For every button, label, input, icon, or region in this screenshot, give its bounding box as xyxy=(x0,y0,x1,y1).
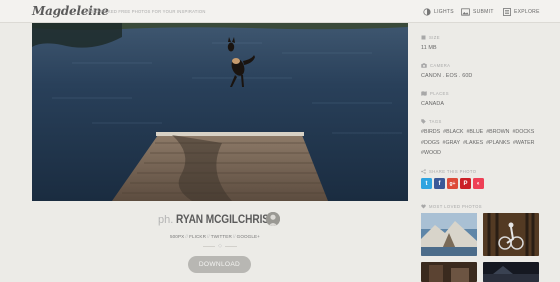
link-separator: // xyxy=(232,234,236,239)
tag-link[interactable]: #BLACK xyxy=(443,129,463,135)
tag-link[interactable]: #PLANKS xyxy=(486,140,510,146)
places-value[interactable]: CANADA xyxy=(421,101,444,108)
most-loved-label: MOST LOVED PHOTOS xyxy=(421,203,482,209)
menu-icon xyxy=(503,8,511,16)
nav-lights-label: LIGHTS xyxy=(434,9,454,15)
link-separator: // xyxy=(207,234,210,239)
photographer-prefix: ph. xyxy=(158,214,174,226)
share-label-text: SHARE THIS PHOTO xyxy=(429,168,477,174)
tag-link[interactable]: #BLUE xyxy=(466,129,483,135)
avatar[interactable] xyxy=(266,212,280,226)
diamond-icon: ◇ xyxy=(218,243,222,249)
tag-link[interactable]: #LAKES xyxy=(463,140,483,146)
nav-submit[interactable]: SUBMIT xyxy=(461,7,494,17)
nav-explore[interactable]: EXPLORE xyxy=(503,7,540,17)
file-icon xyxy=(421,35,426,39)
tag-link[interactable]: #BIRDS xyxy=(421,129,440,135)
photographer-links: 500PX // FLICKR // TWITTER // GOOGLE+ xyxy=(170,233,260,240)
thumbnail-photo[interactable] xyxy=(421,262,477,282)
tag-list: #BIRDS #BLACK #BLUE #BROWN #DOCKS #DOGS … xyxy=(421,127,539,159)
thumbnail-photo[interactable] xyxy=(483,213,539,256)
link-separator: // xyxy=(185,234,189,239)
camera-label: CAMERA xyxy=(421,62,450,68)
top-header: Magdeleine HAND-PICKED FREE PHOTOS FOR Y… xyxy=(0,0,560,23)
share-label: SHARE THIS PHOTO xyxy=(421,168,476,174)
heart-icon xyxy=(421,204,426,208)
places-label-text: PLACES xyxy=(430,90,449,96)
dog-jumping-photo xyxy=(32,23,408,201)
size-label: SIZE xyxy=(421,34,440,40)
thumb-image-ice-landscape xyxy=(421,213,477,256)
tag-link[interactable]: #BROWN xyxy=(486,129,509,135)
photographer-name[interactable]: RYAN MCGILCHRIST xyxy=(176,214,275,226)
thumb-image-night-scene xyxy=(483,262,539,282)
camera-icon xyxy=(421,62,427,68)
contrast-icon xyxy=(423,8,431,16)
map-icon xyxy=(421,90,427,96)
ornament-divider: ◇ xyxy=(197,244,243,249)
site-tagline: HAND-PICKED FREE PHOTOS FOR YOUR INSPIRA… xyxy=(86,9,206,14)
download-button[interactable]: DOWNLOAD xyxy=(188,256,251,273)
tag-icon xyxy=(421,118,426,124)
link-flickr[interactable]: FLICKR xyxy=(189,234,206,239)
camera-value[interactable]: CANON . EOS . 60D xyxy=(421,73,472,80)
tag-link[interactable]: #GRAY xyxy=(443,140,461,146)
image-icon xyxy=(461,8,470,16)
thumbnail-photo[interactable] xyxy=(483,262,539,282)
link-google-plus[interactable]: GOOGLE+ xyxy=(237,234,260,239)
places-label: PLACES xyxy=(421,90,449,96)
twitter-icon[interactable]: t xyxy=(421,178,432,189)
tag-link[interactable]: #DOGS xyxy=(421,140,440,146)
share-buttons: t f g+ P ◐ xyxy=(421,178,484,189)
thumbnail-photo[interactable] xyxy=(421,213,477,256)
link-500px[interactable]: 500PX xyxy=(170,234,184,239)
tag-link[interactable]: #WATER xyxy=(513,140,534,146)
nav-explore-label: EXPLORE xyxy=(514,9,540,15)
divider-line-right xyxy=(224,246,237,247)
nav-submit-label: SUBMIT xyxy=(473,9,494,15)
google-plus-icon[interactable]: g+ xyxy=(447,178,458,189)
tags-label-text: TAGS xyxy=(429,118,442,124)
facebook-icon[interactable]: f xyxy=(434,178,445,189)
size-value: 11 MB xyxy=(421,45,437,51)
nav-lights[interactable]: LIGHTS xyxy=(423,7,454,17)
tag-link[interactable]: #DOCKS xyxy=(512,129,534,135)
thumb-image-forest-rider xyxy=(483,213,539,256)
camera-label-text: CAMERA xyxy=(430,62,451,68)
share-icon xyxy=(421,168,426,174)
pocket-icon[interactable]: ◐ xyxy=(473,178,484,189)
tag-link[interactable]: #WOOD xyxy=(421,150,441,156)
pinterest-icon[interactable]: P xyxy=(460,178,471,189)
tags-label: TAGS xyxy=(421,118,442,124)
link-twitter[interactable]: TWITTER xyxy=(211,234,232,239)
size-label-text: SIZE xyxy=(429,34,440,40)
most-loved-label-text: MOST LOVED PHOTOS xyxy=(429,203,482,209)
avatar-image xyxy=(266,212,280,226)
divider-line-left xyxy=(203,246,216,247)
thumb-image-dark-interior xyxy=(421,262,477,282)
main-photo[interactable] xyxy=(32,23,408,201)
